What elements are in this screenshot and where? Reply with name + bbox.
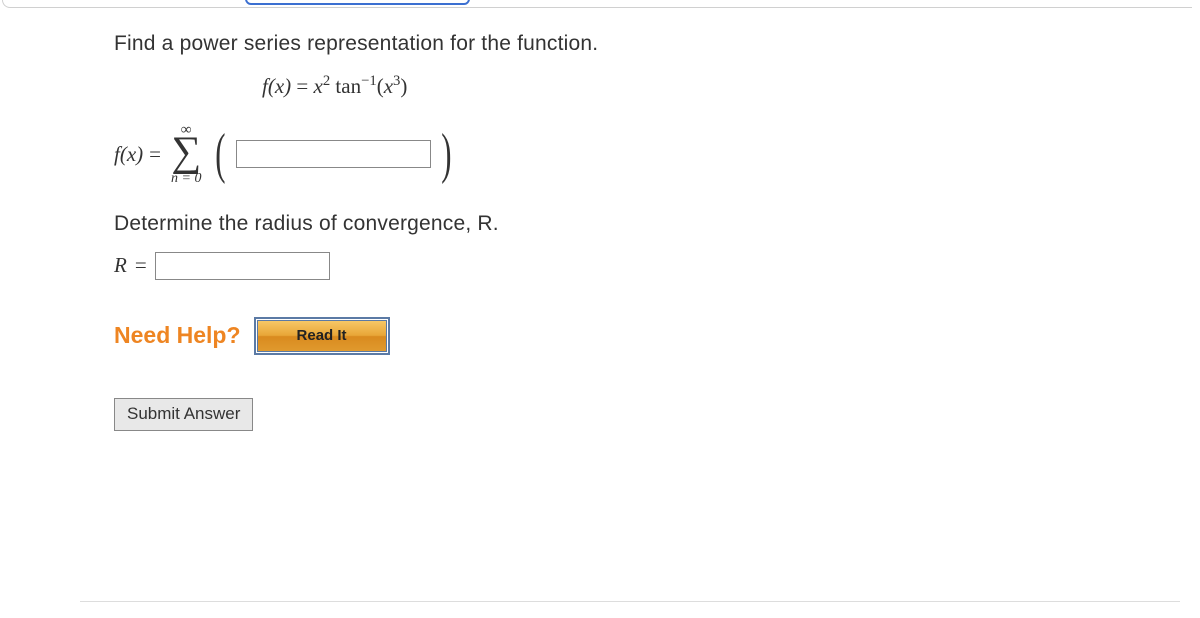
x-squared-exp: 2 [323,73,330,89]
submit-answer-button[interactable]: Submit Answer [114,398,253,431]
open-paren: ( [377,74,384,98]
read-it-button[interactable]: Read It [257,320,387,352]
question-content: Find a power series representation for t… [114,32,1140,431]
close-paren: ) [400,74,407,98]
function-definition: f(x) = x2 tan−1(x3) [262,74,1140,99]
big-paren-open: ( [216,138,226,172]
fx-lhs: f(x) [262,74,291,98]
help-row: Need Help? Read It [114,320,1140,352]
x-cubed-base: x [384,74,393,98]
tan-inverse-exp: −1 [361,73,377,89]
radius-prompt: Determine the radius of convergence, R. [114,212,1140,236]
radius-equals: = [135,253,147,278]
need-help-label: Need Help? [114,322,241,349]
radius-input[interactable] [155,252,330,280]
big-paren-close: ) [441,138,451,172]
series-lhs: f(x) [114,142,143,167]
equals: = [296,74,308,98]
x-squared-base: x [314,74,323,98]
tan-text: tan [335,74,361,98]
series-equals: = [149,142,161,167]
radius-lhs: R [114,253,127,278]
sigma-icon: ∑ [171,135,201,171]
sigma-notation: ∞ ∑ n = 0 [171,123,201,186]
section-bottom-border [80,601,1180,602]
series-expression: f(x) = ∞ ∑ n = 0 ( ) [114,123,1140,186]
radius-expression: R = [114,252,1140,280]
question-prompt: Find a power series representation for t… [114,32,1140,56]
sigma-lower-bound: n = 0 [171,172,201,186]
series-term-input[interactable] [236,140,431,168]
section-top-border [2,0,1192,8]
question-container: Find a power series representation for t… [0,0,1200,618]
